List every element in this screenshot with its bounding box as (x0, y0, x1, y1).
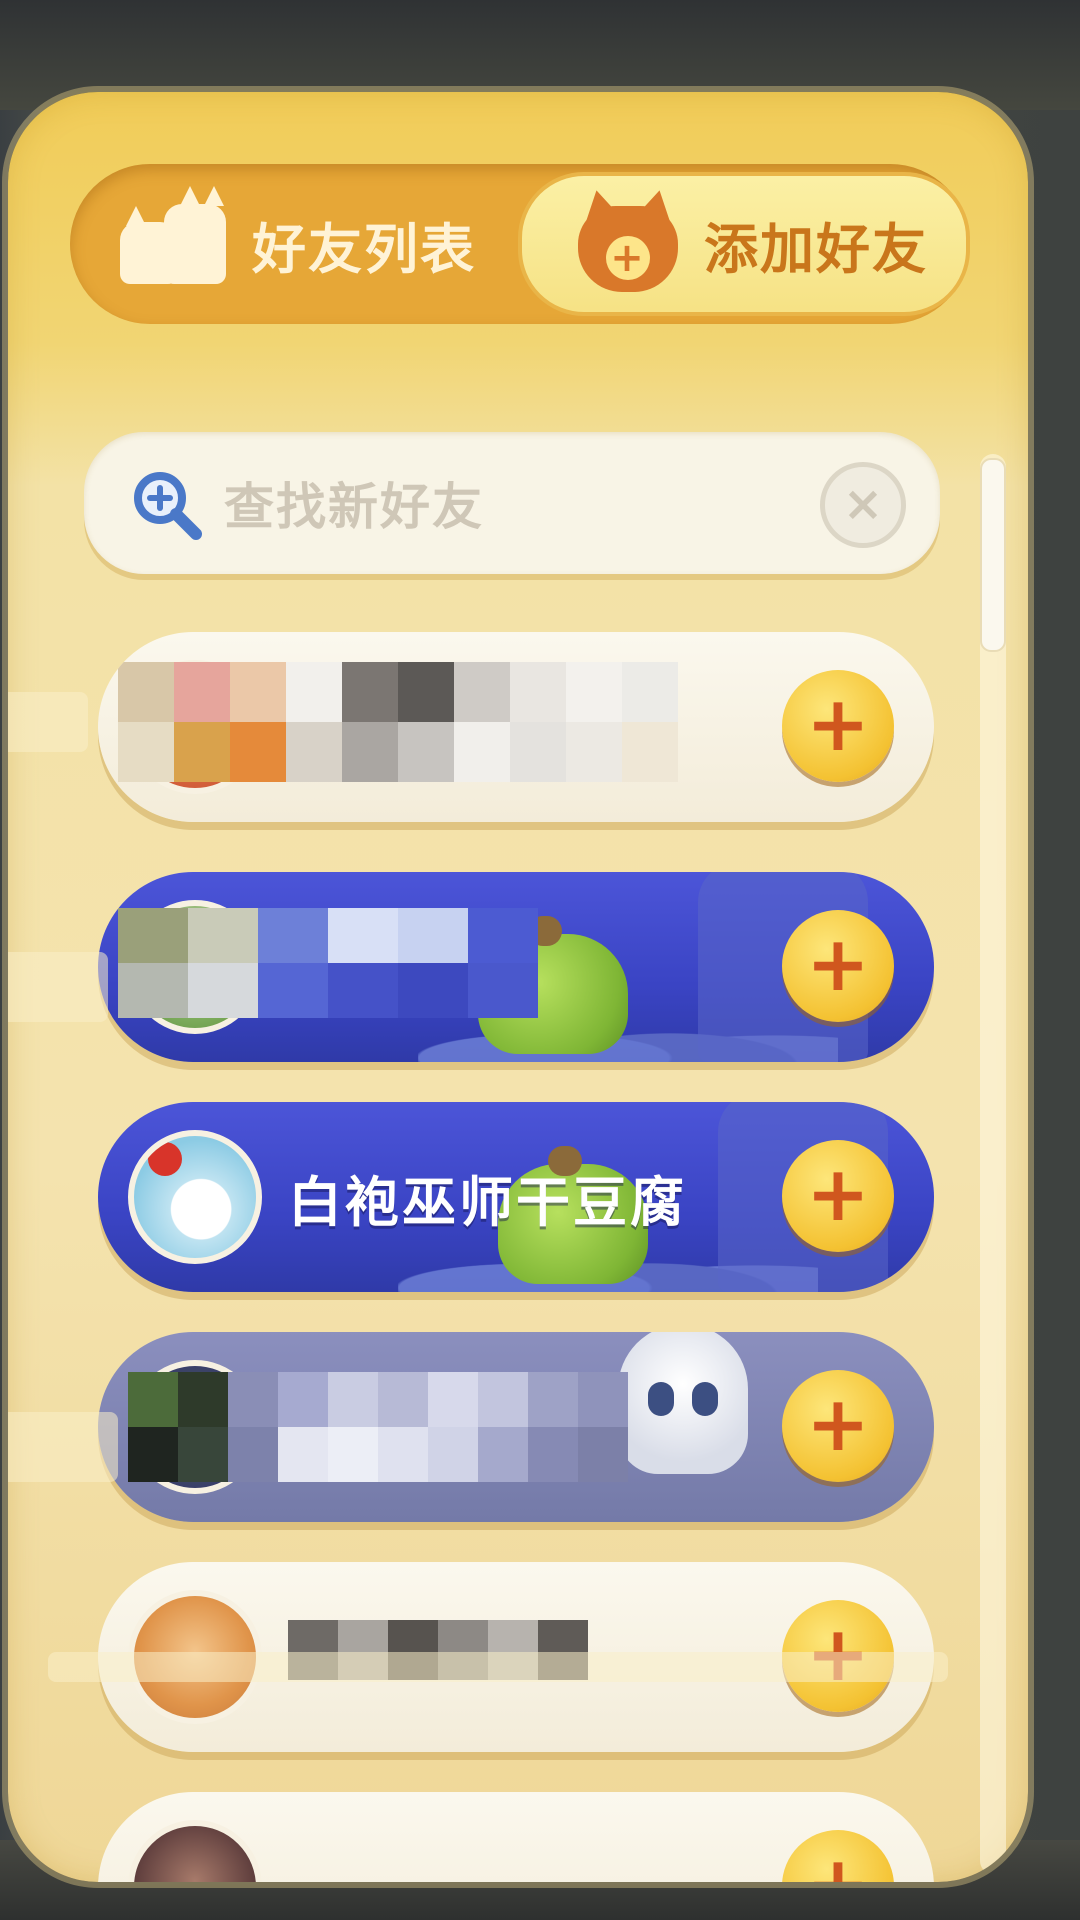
friend-card[interactable]: 白袍巫师干豆腐 + (98, 1102, 934, 1292)
friend-name: 白袍巫师干豆腐 (288, 1170, 687, 1234)
tab-add-label: 添加好友 (704, 217, 928, 281)
search-field[interactable]: 查找新好友 × (84, 432, 940, 574)
ghost-character-decoration (618, 1332, 748, 1474)
plus-circle-icon[interactable]: + (782, 1830, 894, 1882)
friend-card[interactable]: + (98, 632, 934, 822)
censor-mosaic (128, 1372, 628, 1482)
tab-add-friend[interactable]: + 添加好友 (518, 172, 970, 316)
plus-circle-icon[interactable]: + (782, 910, 894, 1022)
cat-add-icon: + (576, 186, 680, 292)
tab-bar: 好友列表 + 添加好友 (70, 164, 970, 324)
censor-smear (8, 1412, 118, 1482)
friend-card[interactable]: + (98, 1332, 934, 1522)
search-plus-icon (134, 472, 202, 540)
plus-circle-icon[interactable]: + (782, 1140, 894, 1252)
close-circle-icon[interactable]: × (820, 462, 906, 548)
scrollbar-thumb[interactable] (980, 458, 1006, 652)
avatar-pin-icon (148, 1142, 182, 1176)
friend-card[interactable]: + (98, 872, 934, 1062)
scrollbar-track[interactable] (980, 454, 1006, 1874)
censor-smear (8, 952, 108, 1022)
censor-smear (48, 1652, 948, 1682)
plus-circle-icon[interactable]: + (782, 1370, 894, 1482)
search-placeholder[interactable]: 查找新好友 (224, 432, 484, 574)
avatar (128, 1820, 262, 1882)
censor-smear (8, 692, 88, 752)
friend-card[interactable]: + (98, 1792, 934, 1882)
censor-mosaic (118, 908, 538, 1018)
tab-friends-label: 好友列表 (252, 217, 476, 281)
friends-group-icon (120, 186, 230, 292)
censor-mosaic (118, 662, 678, 782)
tab-friends-list[interactable]: 好友列表 (120, 164, 500, 324)
plus-circle-icon[interactable]: + (782, 670, 894, 782)
avatar (128, 1130, 262, 1264)
friends-panel: 好友列表 + 添加好友 查找新好友 × + + 白袍巫师干豆腐 + + (8, 92, 1028, 1882)
